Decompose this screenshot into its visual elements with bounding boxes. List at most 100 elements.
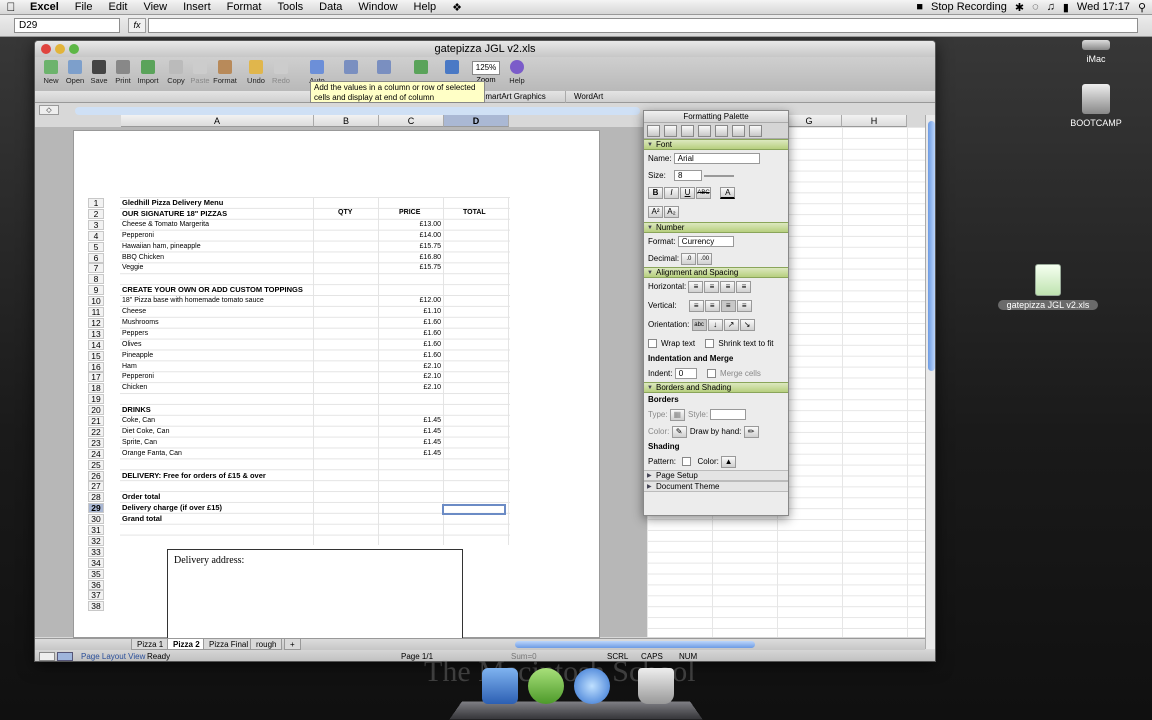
row-header[interactable]: 35 bbox=[88, 568, 104, 579]
orientation-rotate-down-button[interactable]: ↘ bbox=[739, 318, 755, 331]
section-page-setup[interactable]: Page Setup bbox=[644, 470, 788, 481]
row-header[interactable]: 25 bbox=[88, 459, 104, 470]
open-button[interactable]: Open bbox=[64, 57, 86, 91]
battery-icon[interactable]: ▮ bbox=[1063, 1, 1069, 14]
row-header[interactable]: 20 bbox=[88, 405, 104, 416]
cell-a[interactable]: Cheese bbox=[122, 307, 146, 317]
menu-edit[interactable]: Edit bbox=[100, 1, 135, 13]
merge-cells-checkbox[interactable] bbox=[706, 369, 716, 379]
superscript-button[interactable]: A² bbox=[648, 205, 663, 218]
cell-a[interactable]: Sprite, Can bbox=[122, 438, 157, 448]
strikethrough-button[interactable]: ABC bbox=[696, 186, 711, 199]
print-button[interactable]: Print bbox=[112, 57, 134, 91]
row-header[interactable]: 3 bbox=[88, 219, 104, 230]
import-button[interactable]: Import bbox=[136, 57, 160, 91]
orientation-rotate-up-button[interactable]: ↗ bbox=[723, 318, 739, 331]
cell-a[interactable]: Hawaiian ham, pineapple bbox=[122, 242, 201, 252]
menu-view[interactable]: View bbox=[135, 1, 175, 13]
sheet-tab-rough[interactable]: rough bbox=[250, 639, 283, 650]
border-color-button[interactable]: ✎ bbox=[671, 425, 687, 438]
font-color-button[interactable]: A bbox=[720, 186, 736, 199]
cell-a[interactable]: Delivery charge (if over £15) bbox=[122, 503, 222, 513]
row-header[interactable]: 27 bbox=[88, 481, 104, 492]
row-header[interactable]: 28 bbox=[88, 492, 104, 503]
cell-c-price[interactable]: £16.80 bbox=[380, 253, 441, 263]
header-qty[interactable]: QTY bbox=[338, 208, 352, 218]
zoom-value[interactable]: 125% bbox=[472, 61, 500, 75]
cell-c-price[interactable]: £12.00 bbox=[380, 296, 441, 306]
bold-button[interactable]: B bbox=[648, 186, 663, 199]
spotlight-icon[interactable]: ⚲ bbox=[1138, 1, 1146, 14]
row-header[interactable]: 17 bbox=[88, 372, 104, 383]
cell-a[interactable]: Veggie bbox=[122, 263, 143, 273]
row-header[interactable]: 4 bbox=[88, 230, 104, 241]
pattern-swatch[interactable] bbox=[682, 457, 692, 467]
row-header[interactable]: 9 bbox=[88, 285, 104, 296]
cell-a[interactable]: Mushrooms bbox=[122, 318, 159, 328]
cell-a[interactable]: Ham bbox=[122, 362, 137, 372]
object-palette-icon[interactable] bbox=[664, 124, 677, 137]
cell-c-price[interactable]: £15.75 bbox=[380, 263, 441, 273]
menu-help[interactable]: Help bbox=[406, 1, 445, 13]
font-size-slider[interactable] bbox=[704, 174, 735, 177]
undo-button[interactable]: Undo bbox=[244, 57, 268, 91]
shrink-text-checkbox[interactable] bbox=[705, 339, 715, 349]
vertical-scrollbar[interactable] bbox=[925, 115, 935, 649]
record-icon[interactable]: ■ bbox=[916, 1, 923, 13]
increase-decimal-button[interactable]: .0 bbox=[681, 252, 697, 265]
row-header[interactable]: 19 bbox=[88, 394, 104, 405]
delivery-address-box[interactable]: Delivery address: bbox=[167, 549, 463, 641]
section-borders[interactable]: Borders and Shading bbox=[644, 382, 788, 393]
col-header-b[interactable]: B bbox=[314, 115, 379, 127]
cell-c-price[interactable]: £1.60 bbox=[380, 351, 441, 361]
row-header[interactable]: 37 bbox=[88, 590, 104, 601]
cell-a[interactable]: DELIVERY: Free for orders of £15 & over bbox=[122, 471, 266, 481]
draw-by-hand-button[interactable]: ✏ bbox=[743, 425, 759, 438]
finder-icon[interactable] bbox=[482, 668, 518, 704]
header-price[interactable]: PRICE bbox=[399, 208, 420, 218]
stop-recording[interactable]: Stop Recording bbox=[931, 1, 1007, 13]
window-titlebar[interactable]: gatepizza JGL v2.xls bbox=[35, 41, 935, 57]
cell-c-price[interactable]: £2.10 bbox=[380, 383, 441, 393]
cell-a[interactable]: BBQ Chicken bbox=[122, 253, 164, 263]
row-header[interactable]: 6 bbox=[88, 252, 104, 263]
messenger-icon[interactable] bbox=[528, 668, 564, 704]
section-number[interactable]: Number bbox=[644, 222, 788, 233]
minimize-icon[interactable] bbox=[55, 44, 65, 54]
name-box[interactable]: D29 bbox=[14, 18, 120, 33]
sheet-tab-pizza-final[interactable]: Pizza Final bbox=[203, 639, 255, 650]
subscript-button[interactable]: A₂ bbox=[664, 205, 679, 218]
desktop-icon-xls[interactable]: gatepizza JGL v2.xls bbox=[998, 264, 1098, 310]
row-header[interactable]: 2 bbox=[88, 208, 104, 219]
row-header[interactable]: 23 bbox=[88, 437, 104, 448]
apple-icon[interactable]:  bbox=[0, 0, 22, 14]
formatting-palette-icon[interactable] bbox=[647, 124, 660, 137]
row-header[interactable]: 32 bbox=[88, 535, 104, 546]
desktop-icon-imac[interactable]: iMac bbox=[1074, 40, 1118, 64]
menu-app[interactable]: Excel bbox=[22, 1, 67, 13]
reference-tools-icon[interactable] bbox=[715, 124, 728, 137]
row-header[interactable]: 29 bbox=[88, 503, 104, 514]
italic-button[interactable]: I bbox=[664, 186, 679, 199]
indent-field[interactable]: 0 bbox=[674, 368, 697, 380]
decrease-decimal-button[interactable]: .00 bbox=[697, 252, 713, 265]
help-button[interactable]: Help bbox=[506, 57, 528, 91]
wrap-text-checkbox[interactable] bbox=[648, 339, 657, 349]
border-style-field[interactable] bbox=[710, 409, 747, 421]
cell-a[interactable]: Pepperoni bbox=[122, 231, 154, 241]
save-button[interactable]: Save bbox=[88, 57, 110, 91]
section-document-theme[interactable]: Document Theme bbox=[644, 481, 788, 492]
align-justify-vertical-button[interactable]: ≡ bbox=[736, 299, 752, 312]
selected-cell-d29[interactable] bbox=[442, 504, 506, 515]
paste-button[interactable]: Paste bbox=[189, 57, 211, 91]
cell-a[interactable]: Cheese & Tomato Margerita bbox=[122, 220, 209, 230]
row-header[interactable]: 26 bbox=[88, 470, 104, 481]
cell-c-price[interactable]: £1.60 bbox=[380, 329, 441, 339]
cell-c-price[interactable]: £13.00 bbox=[380, 220, 441, 230]
cell-a[interactable]: Orange Fanta, Can bbox=[122, 449, 182, 459]
cell-a[interactable]: OUR SIGNATURE 18" PIZZAS bbox=[122, 209, 227, 219]
justify-button[interactable]: ≡ bbox=[736, 280, 752, 293]
col-header-d[interactable]: D bbox=[444, 115, 509, 127]
section-font[interactable]: Font bbox=[644, 139, 788, 150]
cell-a[interactable]: Olives bbox=[122, 340, 141, 350]
